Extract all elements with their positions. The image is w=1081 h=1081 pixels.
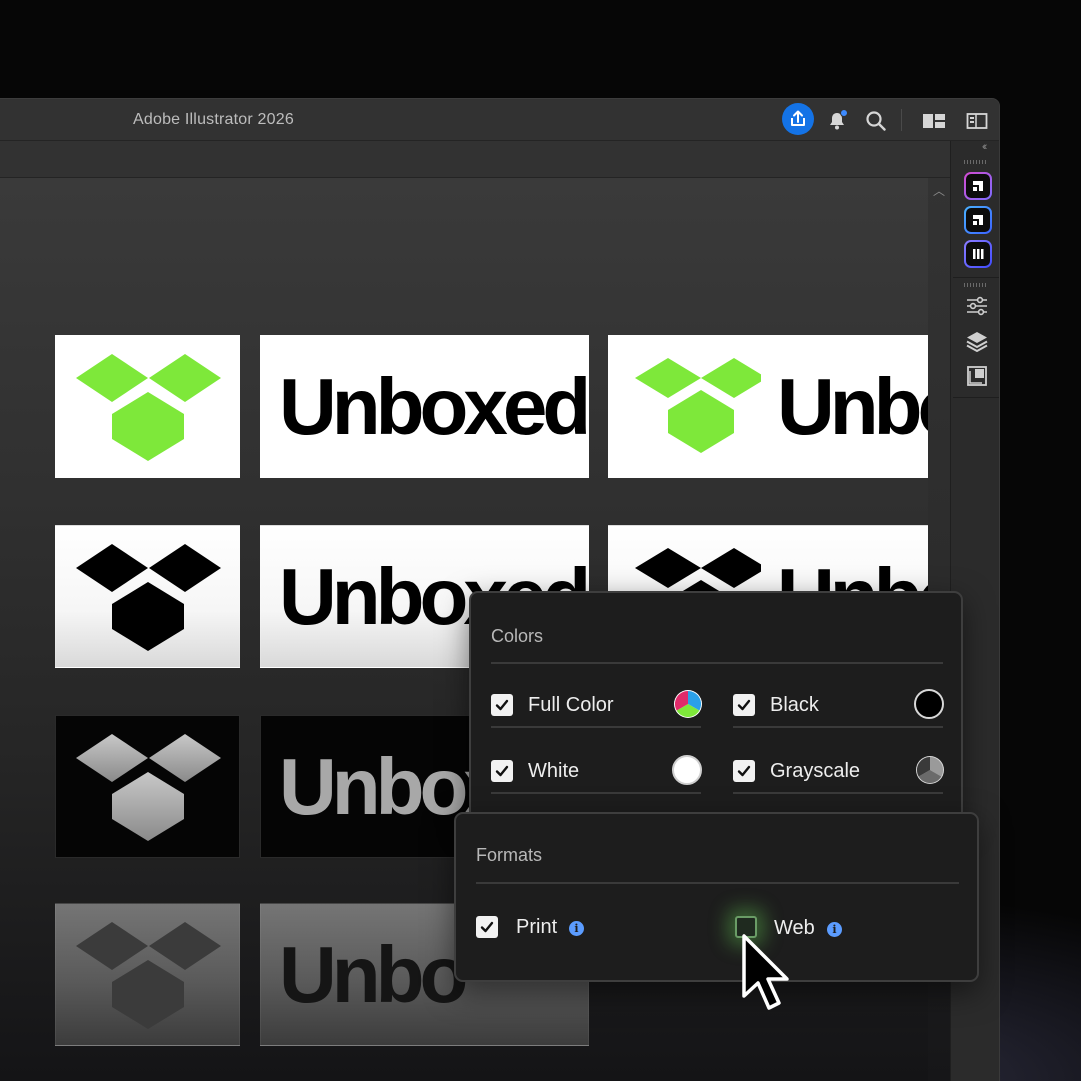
search-button[interactable]: [862, 107, 890, 135]
artboard-mark-grayscale[interactable]: [55, 903, 240, 1046]
artboard-wordmark-full-color[interactable]: Unboxed: [260, 335, 589, 478]
grayscale-swatch: [916, 756, 944, 784]
colors-popup: Colors Full Color Black White Grayscale: [469, 591, 963, 821]
notification-dot: [840, 109, 848, 117]
wordmark-text: Unboxed: [279, 361, 588, 451]
title-bar: Adobe Illustrator 2026: [0, 99, 999, 141]
app-title: Adobe Illustrator 2026: [133, 111, 294, 128]
check-icon: [737, 699, 751, 711]
grayscale-label: Grayscale: [770, 760, 861, 782]
full-color-swatch: [674, 690, 702, 718]
black-label: Black: [770, 694, 819, 716]
artboards-button[interactable]: [964, 363, 990, 389]
layers-icon: [966, 332, 988, 352]
format-option-print[interactable]: Print i: [476, 906, 676, 950]
panel-separator: [953, 277, 999, 278]
colors-title: Colors: [491, 626, 544, 646]
check-icon: [495, 699, 509, 711]
full-color-label: Full Color: [528, 694, 614, 716]
colors-divider: [491, 662, 943, 664]
panel-grip[interactable]: [964, 160, 988, 164]
mouse-pointer-icon: [742, 934, 789, 1010]
search-icon: [866, 111, 886, 131]
artboards-icon: [967, 366, 987, 386]
grayscale-checkbox[interactable]: [733, 760, 755, 782]
formats-title: Formats: [476, 845, 543, 865]
plugin-1-icon[interactable]: [964, 172, 992, 200]
panel-grip[interactable]: [964, 283, 988, 287]
plugin-2-icon[interactable]: [964, 206, 992, 234]
box-logo-mark: [635, 358, 761, 453]
share-button[interactable]: [782, 103, 814, 135]
color-option-grayscale[interactable]: Grayscale: [733, 750, 944, 794]
color-option-full-color[interactable]: Full Color: [491, 684, 702, 728]
panel-toggle-button[interactable]: [963, 107, 991, 135]
collapse-panel-icon[interactable]: ‹‹: [982, 141, 988, 153]
notifications-button[interactable]: [823, 107, 851, 135]
white-swatch: [672, 755, 702, 785]
black-checkbox[interactable]: [733, 694, 755, 716]
color-option-black[interactable]: Black: [733, 684, 944, 728]
box-logo-mark: [76, 734, 221, 841]
check-icon: [495, 765, 509, 777]
check-icon: [737, 765, 751, 777]
workspace-layout-button[interactable]: [920, 107, 948, 135]
artboard-mark-white[interactable]: [55, 715, 240, 858]
properties-button[interactable]: [964, 293, 990, 319]
black-swatch: [914, 689, 944, 719]
color-option-white[interactable]: White: [491, 750, 702, 794]
artboard-lockup-full-color[interactable]: Unbo: [608, 335, 928, 478]
wordmark-text: Unbo: [777, 361, 928, 451]
scroll-up-icon[interactable]: ︿: [933, 182, 945, 199]
document-tab-bar: [0, 141, 950, 178]
workspace-layout-icon: [923, 114, 945, 128]
artboard-mark-black[interactable]: [55, 525, 240, 668]
print-info-icon[interactable]: i: [569, 921, 584, 936]
white-checkbox[interactable]: [491, 760, 513, 782]
panel-separator: [953, 397, 999, 398]
panel-toggle-icon: [966, 113, 988, 129]
web-info-icon[interactable]: i: [827, 922, 842, 937]
print-label: Print: [516, 916, 558, 938]
share-icon: [791, 110, 805, 126]
box-logo-mark: [76, 544, 221, 651]
full-color-checkbox[interactable]: [491, 694, 513, 716]
box-logo-mark: [76, 354, 221, 461]
white-label: White: [528, 760, 580, 782]
artboard-mark-full-color[interactable]: [55, 335, 240, 478]
check-icon: [480, 921, 494, 933]
title-bar-divider: [901, 109, 902, 131]
plugin-3-icon[interactable]: [964, 240, 992, 268]
formats-divider: [476, 882, 959, 884]
wordmark-text: Unbo: [279, 929, 468, 1019]
box-logo-mark: [76, 922, 221, 1029]
print-checkbox[interactable]: [476, 916, 498, 938]
properties-icon: [967, 296, 987, 316]
layers-button[interactable]: [964, 328, 990, 354]
formats-popup: Formats Print i Web i: [454, 812, 979, 982]
